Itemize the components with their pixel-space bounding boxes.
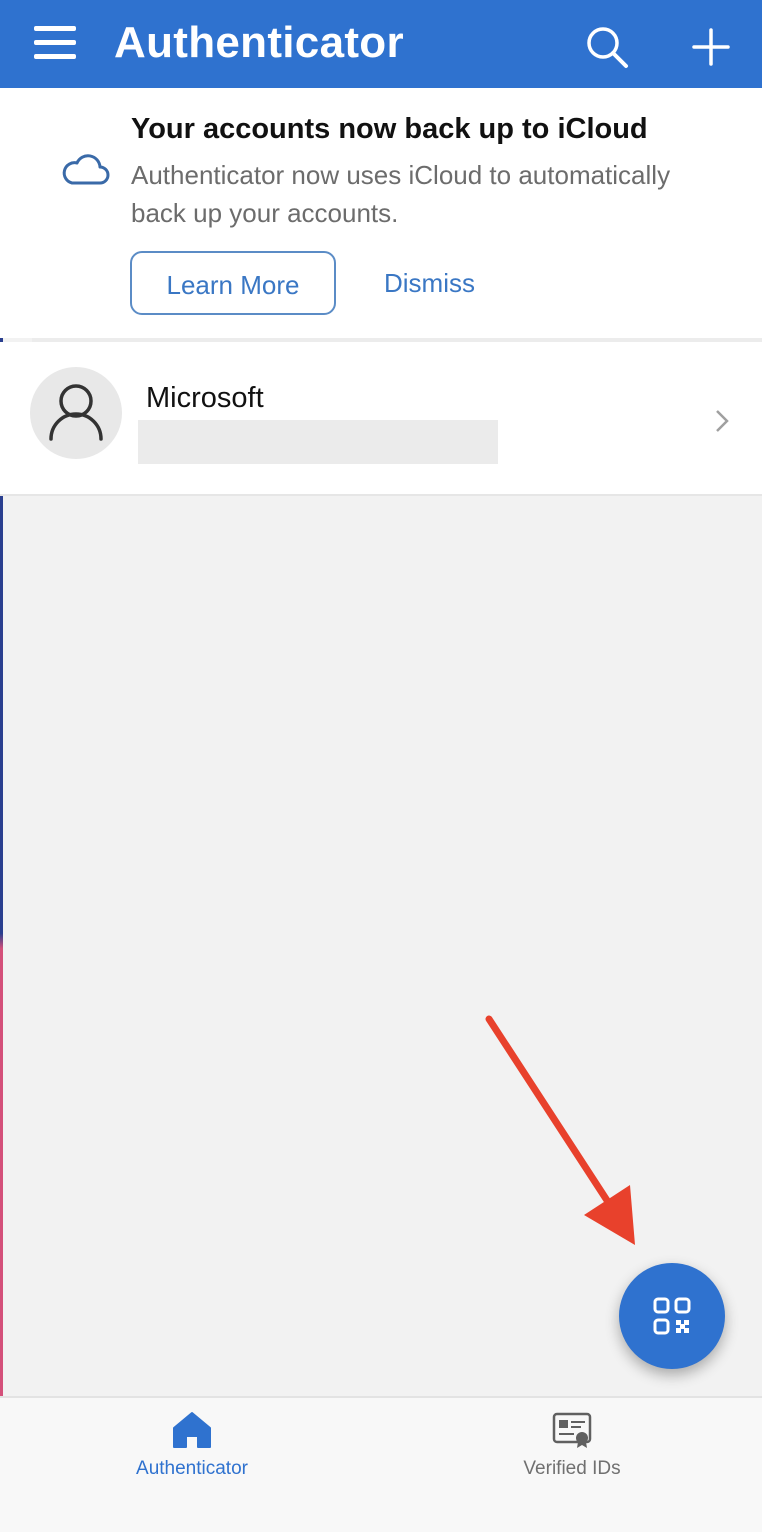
app-header: Authenticator [0,0,762,88]
banner-body: Authenticator now uses iCloud to automat… [131,160,671,228]
banner-title: Your accounts now back up to iCloud [131,113,648,145]
learn-more-button[interactable]: Learn More [130,251,336,315]
tab-label: Authenticator [136,1458,248,1479]
tab-verified-ids[interactable]: Verified IDs [472,1398,672,1532]
account-row-microsoft[interactable]: Microsoft [0,342,762,494]
hamburger-menu-icon[interactable] [34,26,76,64]
row-divider [0,494,762,496]
plus-icon[interactable] [688,24,734,70]
red-arrow-pointer [485,1015,635,1245]
chevron-right-icon [716,410,729,432]
account-email-redacted [138,420,498,464]
home-icon [173,1412,211,1448]
id-card-icon [552,1412,592,1448]
user-avatar-icon [30,367,122,459]
account-name: Microsoft [146,382,264,414]
qr-scan-button[interactable] [619,1263,725,1369]
qr-code-scan-icon [653,1297,691,1335]
cloud-icon [62,154,110,185]
dismiss-button[interactable]: Dismiss [384,251,475,315]
page-title: Authenticator [114,18,404,67]
search-icon[interactable] [584,24,630,70]
tab-authenticator[interactable]: Authenticator [92,1398,292,1532]
bottom-tab-bar: Authenticator Verified IDs [0,1396,762,1532]
tab-label: Verified IDs [523,1458,621,1479]
